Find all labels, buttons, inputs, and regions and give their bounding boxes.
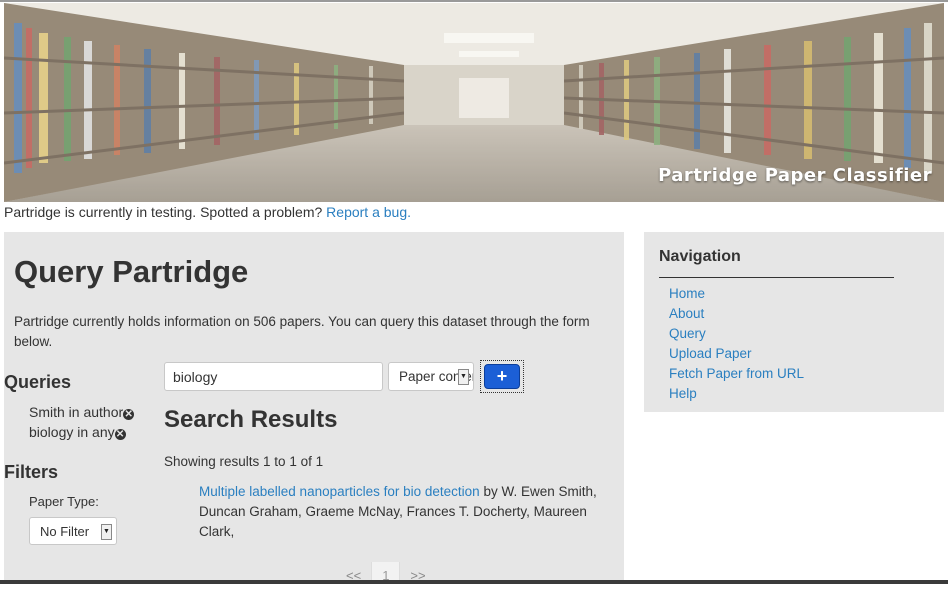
search-field-select[interactable]: Paper content ▼ — [388, 362, 474, 391]
nav-link-fetch-paper[interactable]: Fetch Paper from URL — [669, 366, 804, 381]
banner-title: Partridge Paper Classifier — [658, 165, 932, 186]
intro-text: Partridge currently holds information on… — [14, 314, 590, 349]
nav-link-upload-paper[interactable]: Upload Paper — [669, 346, 752, 361]
add-query-button[interactable]: + — [480, 360, 524, 393]
top-border — [0, 0, 948, 2]
search-input[interactable] — [164, 362, 383, 391]
query-label: biology in any — [29, 424, 115, 440]
report-bug-link[interactable]: Report a bug. — [326, 204, 411, 220]
results-count: Showing results 1 to 1 of 1 — [164, 454, 324, 469]
navigation-panel: Navigation Home About Query Upload Paper… — [644, 232, 944, 412]
results-heading: Search Results — [164, 406, 338, 433]
queries-heading: Queries — [4, 372, 72, 392]
filters-heading: Filters — [4, 462, 59, 482]
paper-type-select[interactable]: No Filter ▼ — [29, 517, 117, 545]
paper-type-value: No Filter — [40, 524, 90, 539]
bottom-bar — [0, 580, 948, 584]
nav-link-about[interactable]: About — [669, 306, 704, 321]
nav-link-home[interactable]: Home — [669, 286, 705, 301]
query-label: Smith in author — [29, 404, 124, 420]
navigation-heading: Navigation — [659, 248, 741, 265]
page-title: Query Partridge — [14, 254, 249, 289]
testing-notice: Partridge is currently in testing. Spott… — [4, 204, 411, 220]
nav-link-query[interactable]: Query — [669, 326, 706, 341]
remove-circle-icon[interactable]: ✕ — [114, 429, 126, 440]
paper-type-label: Paper Type: — [29, 494, 99, 509]
query-panel: Query Partridge Partridge currently hold… — [4, 232, 624, 584]
banner-image: Partridge Paper Classifier — [4, 3, 944, 202]
nav-link-help[interactable]: Help — [669, 386, 697, 401]
plus-icon: + — [484, 364, 520, 389]
query-item: biology in any✕ — [29, 424, 126, 440]
dropdown-arrow-icon: ▼ — [458, 369, 469, 385]
result-item: Multiple labelled nanoparticles for bio … — [199, 482, 599, 542]
notice-text: Partridge is currently in testing. Spott… — [4, 204, 323, 220]
result-title-link[interactable]: Multiple labelled nanoparticles for bio … — [199, 484, 480, 499]
query-item: Smith in author✕ — [29, 404, 135, 420]
dropdown-arrow-icon: ▼ — [101, 524, 112, 540]
navigation-divider — [659, 277, 894, 278]
remove-circle-icon[interactable]: ✕ — [123, 409, 135, 420]
